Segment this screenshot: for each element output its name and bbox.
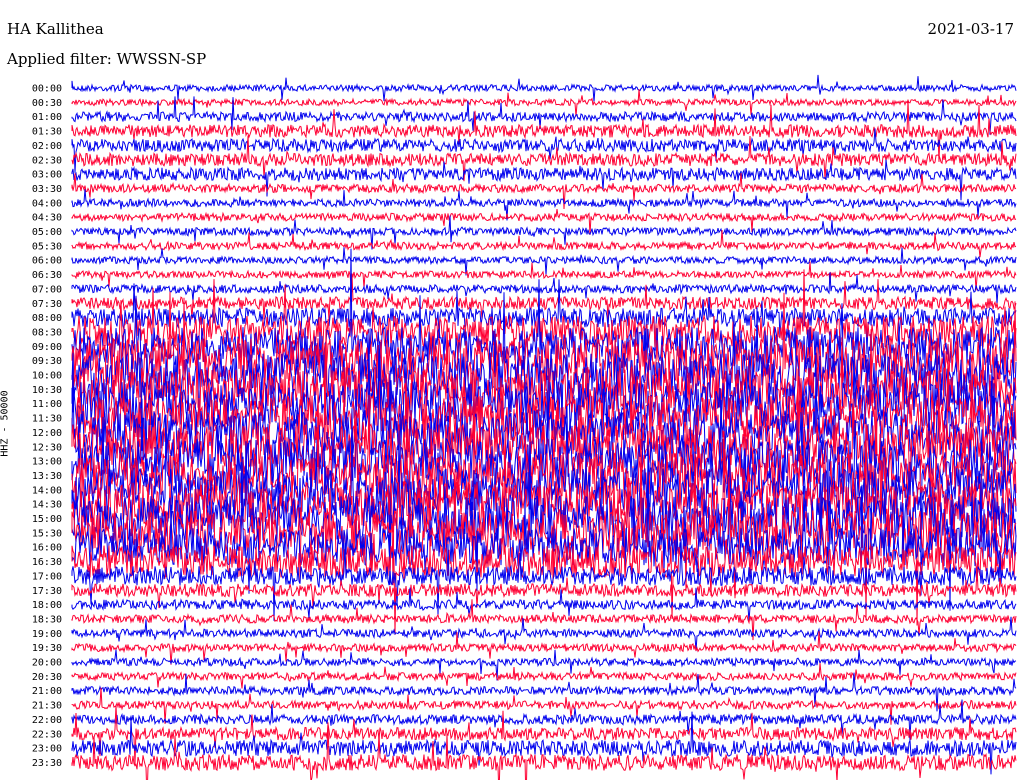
row-time-label: 19:00 — [32, 629, 62, 640]
trace-row-2230 — [71, 704, 1017, 766]
row-time-label: 14:30 — [32, 500, 62, 511]
row-time-label: 02:00 — [32, 141, 62, 152]
row-time-label: 20:30 — [32, 672, 62, 683]
row-time-label: 04:30 — [32, 213, 62, 224]
row-time-label: 12:30 — [32, 442, 62, 453]
row-time-label: 22:00 — [32, 715, 62, 726]
row-time-label: 06:00 — [32, 256, 62, 267]
row-time-label: 09:00 — [32, 342, 62, 353]
row-time-label: 02:30 — [32, 155, 62, 166]
row-time-label: 16:00 — [32, 543, 62, 554]
row-time-label: 03:30 — [32, 184, 62, 195]
trace-row-0000 — [71, 74, 1017, 102]
row-time-label: 23:30 — [32, 758, 62, 769]
row-time-label: 08:30 — [32, 327, 62, 338]
row-time-label: 19:30 — [32, 643, 62, 654]
row-time-label: 17:30 — [32, 586, 62, 597]
row-time-label: 00:00 — [32, 84, 62, 95]
row-time-label: 10:00 — [32, 371, 62, 382]
row-time-label: 09:30 — [32, 356, 62, 367]
row-time-label: 06:30 — [32, 270, 62, 281]
row-time-label: 21:30 — [32, 701, 62, 712]
row-time-label: 10:30 — [32, 385, 62, 396]
row-time-label: 13:30 — [32, 471, 62, 482]
trace-row-2030 — [71, 663, 1017, 689]
row-time-label: 15:30 — [32, 528, 62, 539]
row-time-label: 16:30 — [32, 557, 62, 568]
row-time-label: 00:30 — [32, 98, 62, 109]
trace-row-0530 — [71, 229, 1017, 258]
row-time-label: 05:00 — [32, 227, 62, 238]
trace-row-0030 — [71, 89, 1017, 117]
row-time-label: 07:30 — [32, 299, 62, 310]
row-time-label: 18:30 — [32, 614, 62, 625]
row-time-label: 12:00 — [32, 428, 62, 439]
row-time-label: 18:00 — [32, 600, 62, 611]
row-time-label: 17:00 — [32, 571, 62, 582]
row-time-label: 08:00 — [32, 313, 62, 324]
row-time-label: 22:30 — [32, 729, 62, 740]
row-time-label: 11:30 — [32, 414, 62, 425]
row-time-label: 04:00 — [32, 198, 62, 209]
row-time-label: 11:00 — [32, 399, 62, 410]
row-time-label: 01:00 — [32, 112, 62, 123]
row-time-label: 05:30 — [32, 241, 62, 252]
row-time-label: 14:00 — [32, 485, 62, 496]
row-time-label: 20:00 — [32, 658, 62, 669]
row-time-label: 07:00 — [32, 284, 62, 295]
row-time-label: 15:00 — [32, 514, 62, 525]
trace-row-0300 — [71, 159, 1017, 201]
row-time-label: 23:00 — [32, 744, 62, 755]
row-time-label: 03:00 — [32, 170, 62, 181]
row-time-label: 01:30 — [32, 127, 62, 138]
row-time-label: 13:00 — [32, 457, 62, 468]
row-time-label: 21:00 — [32, 686, 62, 697]
trace-row-0600 — [71, 247, 1017, 276]
helicorder-plot: 00:00 00:30 01:00 01:30 02:00 02:30 03:00 03:30… — [32, 74, 1017, 780]
